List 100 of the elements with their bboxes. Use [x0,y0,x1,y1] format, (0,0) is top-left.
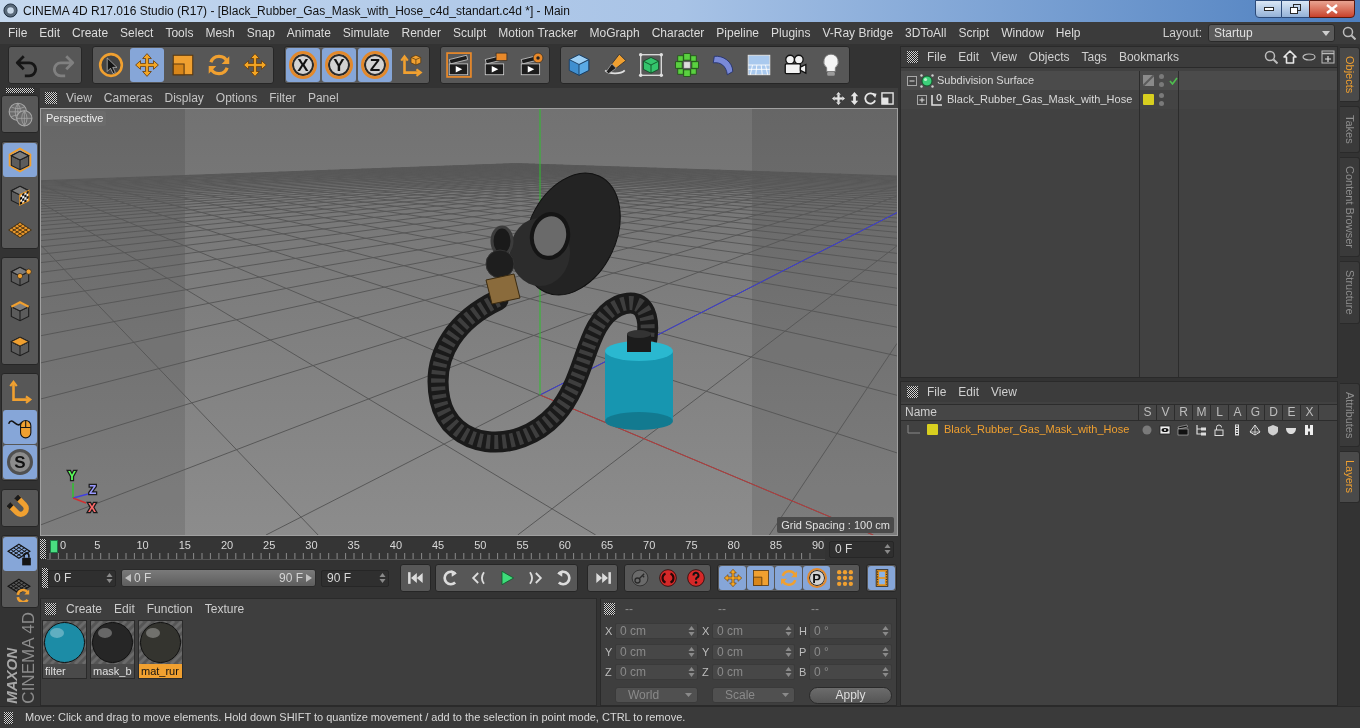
menu-item[interactable]: Tools [159,22,200,44]
frame-range-slider[interactable]: 0 F 90 F [121,569,316,587]
menu-item[interactable]: Plugins [765,22,817,44]
search-icon[interactable] [1264,50,1278,64]
start-frame-field[interactable]: 0 F [48,569,116,587]
layout-dropdown[interactable]: Startup [1208,24,1335,42]
menu-item[interactable]: View [985,383,1023,401]
column-header[interactable]: L [1210,405,1228,420]
menu-item[interactable]: Animate [280,22,337,44]
menu-item[interactable]: File [2,22,34,44]
panel-tab[interactable]: Attributes [1340,383,1360,448]
panel-tab[interactable]: Layers [1340,451,1360,503]
axis-lock-button[interactable]: Y [322,48,356,82]
column-header[interactable]: A [1228,405,1246,420]
camera-label[interactable]: Perspective [43,111,107,126]
menu-item[interactable]: Create [66,22,115,44]
material-name[interactable]: mask_b [91,664,134,678]
minimize-button[interactable] [1255,0,1282,18]
column-header[interactable]: E [1282,405,1300,420]
menu-item[interactable]: Snap [240,22,281,44]
grip-handle[interactable] [6,88,34,93]
menu-item[interactable]: Character [645,22,711,44]
material-name[interactable]: mat_rur [139,664,182,678]
axis-lock-button[interactable]: Z [358,48,392,82]
panel-tab[interactable]: Takes [1340,106,1360,154]
menu-item[interactable]: Motion Tracker [492,22,584,44]
panel-tab[interactable]: Objects [1340,47,1360,103]
grip-handle[interactable] [45,92,57,104]
column-header[interactable]: S [1138,405,1156,420]
grip-handle[interactable] [4,711,13,724]
material-tile[interactable]: mat_rur [138,620,183,679]
grip-handle[interactable] [40,539,46,559]
home-icon[interactable] [1283,50,1297,64]
menu-item[interactable]: Help [1049,22,1087,44]
panel-tab[interactable]: Structure [1340,261,1360,324]
menu-item[interactable]: Function [140,599,199,618]
end-frame-field[interactable]: 90 F [321,569,389,587]
menu-item[interactable]: Bookmarks [1112,48,1185,66]
hierarchy-icon[interactable] [1195,423,1207,436]
open-lock-icon[interactable] [1213,423,1225,436]
menu-item[interactable]: Edit [33,22,67,44]
menu-item[interactable]: Tags [1075,48,1113,66]
menu-item[interactable]: Sculpt [446,22,493,44]
h-shape-icon[interactable] [1303,423,1315,436]
material-name[interactable]: filter [43,664,86,678]
menu-item[interactable]: File [921,383,953,401]
minus-box-icon[interactable] [907,75,917,86]
key-parameter-button[interactable]: P [803,566,830,590]
menu-item[interactable]: Window [995,22,1050,44]
menu-item[interactable]: Objects [1022,48,1076,66]
menu-item[interactable]: Filter [263,89,302,107]
menu-item[interactable]: Simulate [336,22,396,44]
key-position-button[interactable] [719,566,746,590]
menu-item[interactable]: Mesh [199,22,241,44]
viewport[interactable]: Perspective Y Z X Grid Spacing : 100 cm [40,108,898,536]
menu-item[interactable]: File [921,48,953,66]
menu-item[interactable]: Create [60,599,109,618]
plus-box-icon[interactable] [917,94,927,105]
menu-item[interactable]: Edit [108,599,141,618]
checkmark-icon[interactable] [1169,76,1178,85]
object-name[interactable]: Subdivision Surface [937,72,1035,89]
column-header[interactable]: D [1264,405,1282,420]
menu-item[interactable]: Script [952,22,996,44]
layer-name[interactable]: Black_Rubber_Gas_Mask_with_Hose [944,421,1130,438]
eye-icon[interactable] [1159,423,1171,436]
menu-item[interactable]: V-Ray Bridge [816,22,900,44]
tweak-mode-button[interactable] [3,410,37,444]
rotate-arrow-icon[interactable] [864,91,877,105]
solo-button[interactable]: S [3,445,37,479]
object-name[interactable]: Black_Rubber_Gas_Mask_with_Hose [947,91,1133,108]
grip-handle[interactable] [907,386,918,398]
menu-item[interactable]: Render [395,22,447,44]
menu-item[interactable]: 3DToAll [899,22,953,44]
current-frame-field[interactable]: 0 F [829,540,894,558]
menu-item[interactable]: View [985,48,1023,66]
oval-icon[interactable] [1302,53,1316,61]
vertical-arrows-icon[interactable] [849,91,860,105]
object-row[interactable]: Subdivision Surface [901,71,1337,90]
menu-item[interactable]: Select [114,22,160,44]
grip-handle[interactable] [907,51,918,63]
column-header[interactable]: G [1246,405,1264,420]
timeline-ruler[interactable]: 0 5 10 15 20 25 30 35 40 45 50 55 60 65 70 75 80 85 90 [47,538,825,560]
menu-item[interactable]: View [60,89,98,107]
menu-item[interactable]: Options [209,89,264,107]
column-header[interactable]: V [1156,405,1174,420]
column-header[interactable]: Name [901,405,1138,420]
menu-item[interactable]: Texture [198,599,251,618]
new-panel-icon[interactable] [1321,50,1335,64]
solo-dot-icon[interactable] [1141,423,1153,436]
pyramid-icon[interactable] [1249,423,1261,436]
grip-handle[interactable] [42,568,48,588]
menu-item[interactable]: Panel [301,89,345,107]
column-header[interactable]: M [1192,405,1210,420]
menu-item[interactable]: Edit [952,383,986,401]
axis-lock-button[interactable]: X [286,48,320,82]
column-header[interactable]: R [1174,405,1192,420]
lock-workplane-button[interactable] [3,537,37,571]
pan-arrows-icon[interactable] [832,91,845,105]
menu-item[interactable]: Display [158,89,210,107]
menu-item[interactable]: Edit [952,48,986,66]
